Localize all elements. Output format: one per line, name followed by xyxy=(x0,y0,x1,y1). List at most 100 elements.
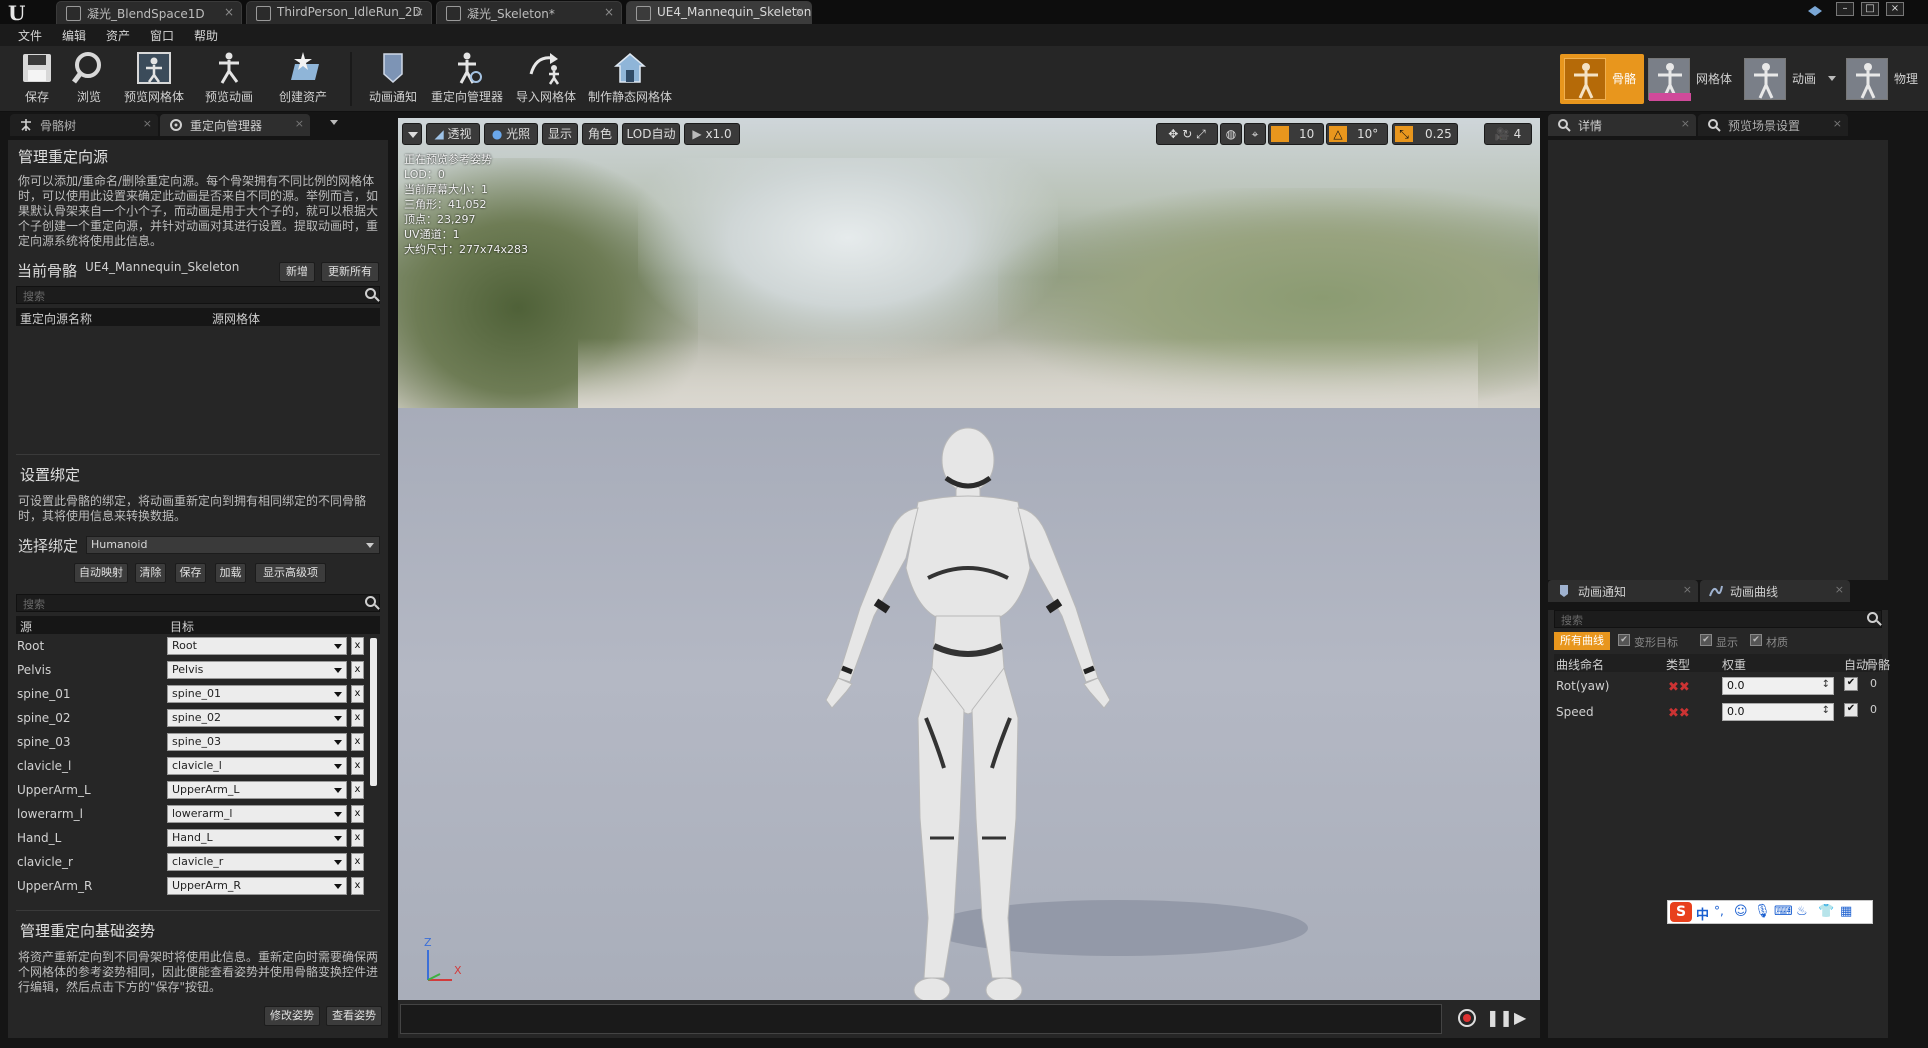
close-icon[interactable]: × xyxy=(1681,117,1690,130)
auto-map-button[interactable]: 自动映射 xyxy=(74,563,128,583)
bone-target-select[interactable]: UpperArm_L xyxy=(167,781,347,799)
timeline-scrubber[interactable] xyxy=(400,1004,1442,1034)
clear-mapping-button[interactable]: x xyxy=(351,757,364,775)
make-static-mesh-button[interactable]: 制作静态网格体 xyxy=(586,50,674,110)
curves-search-input[interactable]: 搜索 xyxy=(1554,610,1882,628)
ime-toolbar[interactable]: S 中 °, ☺ 🎙 ⌨ ♨ 👕 ▦ xyxy=(1667,900,1873,924)
rig-select-dropdown[interactable]: Humanoid xyxy=(86,536,380,554)
transform-tools[interactable]: ✥ ↻ ⤢ xyxy=(1156,123,1218,145)
tab-preview-scene-settings[interactable]: 预览场景设置 × xyxy=(1698,114,1848,136)
clear-mapping-button[interactable]: x xyxy=(351,805,364,823)
ime-language[interactable]: 中 xyxy=(1696,904,1709,923)
material-checkbox[interactable]: ✔ xyxy=(1750,634,1762,646)
chevron-down-icon[interactable] xyxy=(1828,76,1836,81)
auto-checkbox[interactable]: ✔ xyxy=(1844,703,1858,717)
close-window-button[interactable]: × xyxy=(1886,2,1904,16)
menu-file[interactable]: 文件 xyxy=(18,27,42,44)
mode-physics-button[interactable]: 物理 xyxy=(1846,54,1926,104)
tab-retarget-manager[interactable]: 重定向管理器 × xyxy=(160,114,310,136)
keyboard-icon[interactable]: ⌨ xyxy=(1774,904,1793,919)
tab-skeleton-tree[interactable]: 骨骼树 × xyxy=(10,114,158,136)
curve-row[interactable]: Speed ✖✖ 0.0 ↕ ✔ 0 xyxy=(1548,700,1888,724)
maximize-button[interactable]: □ xyxy=(1861,2,1879,16)
retarget-manager-button[interactable]: 重定向管理器 xyxy=(430,50,504,110)
menu-edit[interactable]: 编辑 xyxy=(62,27,86,44)
panel-splitter[interactable] xyxy=(388,112,398,1048)
create-asset-button[interactable]: 创建资产 xyxy=(270,50,336,110)
close-icon[interactable]: × xyxy=(414,5,424,19)
mode-skeleton-button[interactable]: 骨骼 xyxy=(1560,54,1644,104)
minimize-button[interactable]: – xyxy=(1836,2,1854,16)
surface-snap-toggle[interactable]: ⌖ xyxy=(1244,123,1266,145)
menu-help[interactable]: 帮助 xyxy=(194,27,218,44)
emoji-icon[interactable]: ☺ xyxy=(1734,904,1748,919)
bone-target-select[interactable]: UpperArm_R xyxy=(167,877,347,895)
bone-target-select[interactable]: spine_03 xyxy=(167,733,347,751)
viewport-options-button[interactable] xyxy=(402,123,422,145)
preview-mesh-button[interactable]: 预览网格体 xyxy=(116,50,192,110)
skin-icon[interactable]: ♨ xyxy=(1796,904,1808,919)
shirt-icon[interactable]: 👕 xyxy=(1818,904,1834,919)
bone-target-select[interactable]: Pelvis xyxy=(167,661,347,679)
close-icon[interactable]: × xyxy=(794,5,804,19)
toolbox-icon[interactable]: ▦ xyxy=(1840,904,1852,919)
scale-icon[interactable]: ⤢ xyxy=(1196,127,1206,141)
clear-mapping-button[interactable]: x xyxy=(351,829,364,847)
show-button[interactable]: 显示 xyxy=(542,123,578,145)
bone-target-select[interactable]: Root xyxy=(167,637,347,655)
filter-all-curves[interactable]: 所有曲线 xyxy=(1554,632,1610,650)
world-local-toggle[interactable]: ◍ xyxy=(1220,123,1242,145)
clear-mapping-button[interactable]: x xyxy=(351,661,364,679)
modify-pose-button[interactable]: 修改姿势 xyxy=(264,1006,320,1026)
clear-mapping-button[interactable]: x xyxy=(351,709,364,727)
menu-asset[interactable]: 资产 xyxy=(106,27,130,44)
mode-animation-button[interactable]: 动画 xyxy=(1744,54,1838,104)
close-icon[interactable]: × xyxy=(224,5,234,19)
show-checkbox[interactable]: ✔ xyxy=(1700,634,1712,646)
clear-mapping-button[interactable]: x xyxy=(351,733,364,751)
auto-checkbox[interactable]: ✔ xyxy=(1844,677,1858,691)
update-all-button[interactable]: 更新所有 xyxy=(321,262,379,282)
chevron-down-icon[interactable] xyxy=(330,120,338,125)
mannequin-character[interactable] xyxy=(768,418,1168,1000)
rotation-snap-control[interactable]: △ 10° xyxy=(1326,123,1388,145)
sources-search-input[interactable]: 搜索 xyxy=(16,286,380,304)
rotate-icon[interactable]: ↻ xyxy=(1182,127,1192,141)
clear-mapping-button[interactable]: x xyxy=(351,637,364,655)
show-advanced-button[interactable]: 显示高级项 xyxy=(255,563,326,583)
save-rig-button[interactable]: 保存 xyxy=(175,563,206,583)
perspective-button[interactable]: ◢ 透视 xyxy=(426,123,480,145)
tab-anim-curves[interactable]: 动画曲线 × xyxy=(1700,580,1850,602)
tab-anim-notifies[interactable]: 动画通知 × xyxy=(1548,580,1698,602)
curve-type-icon[interactable]: ✖✖ xyxy=(1668,706,1690,721)
feedback-icon[interactable] xyxy=(1806,3,1824,19)
close-icon[interactable]: × xyxy=(143,117,152,130)
doc-tab-skeleton[interactable]: 凝光_Skeleton* × xyxy=(436,1,622,24)
scale-snap-control[interactable]: ⤡ 0.25 xyxy=(1392,123,1458,145)
preview-animation-button[interactable]: 预览动画 xyxy=(198,50,260,110)
close-icon[interactable]: × xyxy=(1835,583,1844,596)
translate-icon[interactable]: ✥ xyxy=(1168,127,1178,141)
bone-target-select[interactable]: clavicle_l xyxy=(167,757,347,775)
pause-button[interactable]: ❚❚ xyxy=(1486,1008,1513,1027)
doc-tab-mannequin-skeleton[interactable]: UE4_Mannequin_Skeleton × xyxy=(626,1,812,24)
clear-mapping-button[interactable]: x xyxy=(351,781,364,799)
viewport[interactable]: ◢ 透视 ● 光照 显示 角色 LOD自动 ▶ x1.0 ✥ ↻ ⤢ ◍ ⌖ 1… xyxy=(398,118,1540,1000)
rig-search-input[interactable]: 搜索 xyxy=(16,594,380,612)
bone-target-select[interactable]: clavicle_r xyxy=(167,853,347,871)
clear-mapping-button[interactable]: x xyxy=(351,685,364,703)
playback-speed-button[interactable]: ▶ x1.0 xyxy=(684,123,740,145)
bone-target-select[interactable]: spine_01 xyxy=(167,685,347,703)
bone-list-scrollbar[interactable] xyxy=(370,638,377,786)
view-pose-button[interactable]: 查看姿势 xyxy=(326,1006,382,1026)
menu-window[interactable]: 窗口 xyxy=(150,27,174,44)
bone-target-select[interactable]: spine_02 xyxy=(167,709,347,727)
close-icon[interactable]: × xyxy=(1683,583,1692,596)
clear-button[interactable]: 清除 xyxy=(135,563,166,583)
bone-target-select[interactable]: lowerarm_l xyxy=(167,805,347,823)
curve-weight-input[interactable]: 0.0 ↕ xyxy=(1722,703,1834,721)
clear-mapping-button[interactable]: x xyxy=(351,877,364,895)
curve-weight-input[interactable]: 0.0 ↕ xyxy=(1722,677,1834,695)
morph-target-checkbox[interactable]: ✔ xyxy=(1618,634,1630,646)
doc-tab-idle-run[interactable]: ThirdPerson_IdleRun_2D × xyxy=(246,1,432,24)
